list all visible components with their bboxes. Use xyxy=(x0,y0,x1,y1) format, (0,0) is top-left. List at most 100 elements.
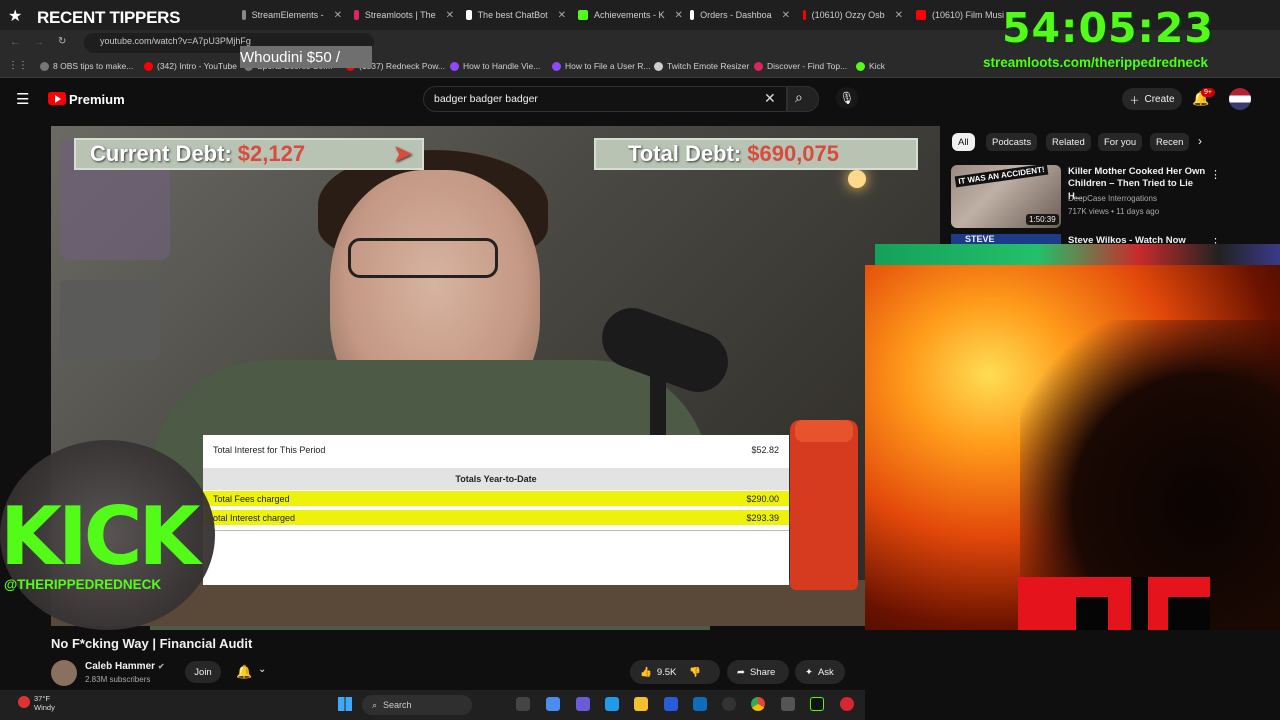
chevron-right-icon[interactable]: › xyxy=(1198,134,1202,148)
youtube-logo-text[interactable]: Premium xyxy=(69,92,125,107)
channel-avatar[interactable] xyxy=(51,660,77,686)
close-icon[interactable]: ✕ xyxy=(446,10,454,21)
total-debt-value: $690,075 xyxy=(747,141,840,166)
chip-for-you[interactable]: For you xyxy=(1098,133,1143,151)
bookmark-item[interactable]: How to File a User R... xyxy=(552,61,651,71)
browser-tab[interactable]: Streamloots | The ✕ xyxy=(354,4,454,26)
search-icon: ⌕ xyxy=(795,89,803,105)
bell-icon[interactable]: 🔔 xyxy=(236,664,252,680)
statement-section-header: Totals Year-to-Date xyxy=(203,468,789,490)
back-icon[interactable]: ← xyxy=(10,37,20,48)
close-icon[interactable]: ✕ xyxy=(334,10,342,21)
file-explorer-icon[interactable] xyxy=(634,697,648,711)
close-icon[interactable]: ✕ xyxy=(675,10,683,21)
forward-icon[interactable]: → xyxy=(34,37,44,48)
search-icon: ⌕ xyxy=(372,699,378,710)
tab-favicon-icon xyxy=(803,10,806,20)
voice-search-icon[interactable]: 🎙 xyxy=(836,87,858,109)
bookmark-favicon-icon xyxy=(450,61,459,71)
chip-related[interactable]: Related xyxy=(1046,133,1091,151)
duration-badge: 1:50:39 xyxy=(1026,214,1059,225)
bookmark-favicon-icon xyxy=(40,61,49,71)
browser-tab[interactable]: StreamElements - ✕ xyxy=(242,4,342,26)
menu-icon[interactable]: ☰ xyxy=(16,90,29,108)
task-view-icon[interactable] xyxy=(516,697,530,711)
chip-all[interactable]: All xyxy=(952,133,975,151)
bookmark-favicon-icon xyxy=(552,61,561,71)
browser-tab[interactable]: (10610) Film Musi xyxy=(916,4,1006,26)
bookmark-item[interactable]: Kick xyxy=(856,61,885,71)
browser-tab[interactable]: The best ChatBot ✕ xyxy=(466,4,566,26)
clear-search-icon[interactable]: ✕ xyxy=(764,90,776,107)
recent-tippers-title: RECENT TIPPERS xyxy=(37,8,181,27)
teams-icon[interactable] xyxy=(576,697,590,711)
bookmark-item[interactable]: 8 OBS tips to make... xyxy=(40,61,133,71)
chevron-down-icon[interactable]: ⌄ xyxy=(258,664,266,675)
weather-icon[interactable] xyxy=(18,696,30,708)
shaker-cap xyxy=(795,420,853,442)
notification-badge: 9+ xyxy=(1201,88,1215,97)
mic-stand xyxy=(650,370,666,440)
subscriber-count: 2.83M subscribers xyxy=(85,675,151,684)
chip-podcasts[interactable]: Podcasts xyxy=(986,133,1038,151)
channel-name[interactable]: Caleb Hammer ✔ xyxy=(85,661,165,672)
store-icon[interactable] xyxy=(664,697,678,711)
bookmark-item[interactable]: (342) Intro - YouTube xyxy=(144,61,237,71)
obs-icon[interactable] xyxy=(722,697,736,711)
kick-logo: KICK xyxy=(0,490,200,583)
play-icon xyxy=(55,95,61,103)
shaker-bottle xyxy=(790,420,858,590)
url-text[interactable]: youtube.com/watch?v=A7pU3PMjhFg xyxy=(100,36,251,46)
tab-favicon-icon xyxy=(916,10,926,20)
taskbar-search[interactable]: ⌕ Search xyxy=(362,695,472,715)
search-button[interactable] xyxy=(787,86,819,112)
browser-tab[interactable]: (10610) Ozzy Osb ✕ xyxy=(803,4,903,26)
bookmark-favicon-icon xyxy=(856,61,865,71)
search-value[interactable]: badger badger badger xyxy=(434,93,538,105)
tab-favicon-icon xyxy=(242,10,246,20)
bookmark-item[interactable]: How to Handle Vie... xyxy=(450,61,540,71)
create-button[interactable]: ＋ Create xyxy=(1122,88,1182,110)
like-icon[interactable]: 👍 xyxy=(640,667,652,678)
outlook-icon[interactable] xyxy=(693,697,707,711)
statement-row-highlight: otal Interest charged $293.39 xyxy=(203,510,789,525)
tab-favicon-icon xyxy=(354,10,359,20)
like-dislike-group[interactable]: 👍 9.5K 👎 xyxy=(630,660,720,684)
kick-app-icon[interactable] xyxy=(810,697,824,711)
app-icon[interactable] xyxy=(781,697,795,711)
bookmark-favicon-icon xyxy=(144,61,153,71)
chrome-icon[interactable] xyxy=(751,697,765,711)
arrow-icon: ➤ xyxy=(393,141,412,166)
tab-favicon-icon xyxy=(466,10,472,20)
close-icon[interactable]: ✕ xyxy=(558,10,566,21)
edge-icon[interactable] xyxy=(605,697,619,711)
share-button[interactable]: ➦ Share xyxy=(727,660,789,684)
close-icon[interactable]: ✕ xyxy=(782,10,790,21)
bookmark-favicon-icon xyxy=(654,61,663,71)
weather-widget[interactable]: 37°F Windy xyxy=(34,694,55,712)
apps-icon[interactable]: ⋮⋮ xyxy=(8,60,28,71)
statement-row: Total Interest for This Period $52.82 xyxy=(213,445,779,455)
more-options-icon[interactable]: ⋮ xyxy=(1210,168,1221,181)
close-icon[interactable]: ✕ xyxy=(895,10,903,21)
browser-tab[interactable]: Orders - Dashboa ✕ xyxy=(690,4,790,26)
bookmark-item[interactable]: Twitch Emote Resizer xyxy=(654,61,749,71)
join-button[interactable]: Join xyxy=(185,661,221,683)
browser-tab[interactable]: Achievements - K ✕ xyxy=(578,4,688,26)
play-button-award xyxy=(60,280,160,360)
app-icon[interactable] xyxy=(840,697,854,711)
dislike-icon[interactable]: 👎 xyxy=(689,667,701,678)
chip-recent[interactable]: Recen xyxy=(1150,133,1190,151)
copilot-icon[interactable] xyxy=(546,697,560,711)
windows-start-icon[interactable] xyxy=(338,697,352,711)
share-icon: ➦ xyxy=(737,666,745,678)
bookmark-item[interactable]: Discover - Find Top... xyxy=(754,61,847,71)
recommended-meta: 717K views • 11 days ago xyxy=(1068,207,1160,216)
avatar[interactable] xyxy=(1229,88,1251,110)
tab-favicon-icon xyxy=(578,10,588,20)
current-debt-value: $2,127 xyxy=(237,141,306,166)
reload-icon[interactable]: ↻ xyxy=(58,36,66,47)
kick-handle: @THERIPPEDREDNECK xyxy=(4,577,162,592)
ask-button[interactable]: ✦ Ask xyxy=(795,660,845,684)
recommended-channel[interactable]: DeepCase Interrogations xyxy=(1068,194,1157,203)
